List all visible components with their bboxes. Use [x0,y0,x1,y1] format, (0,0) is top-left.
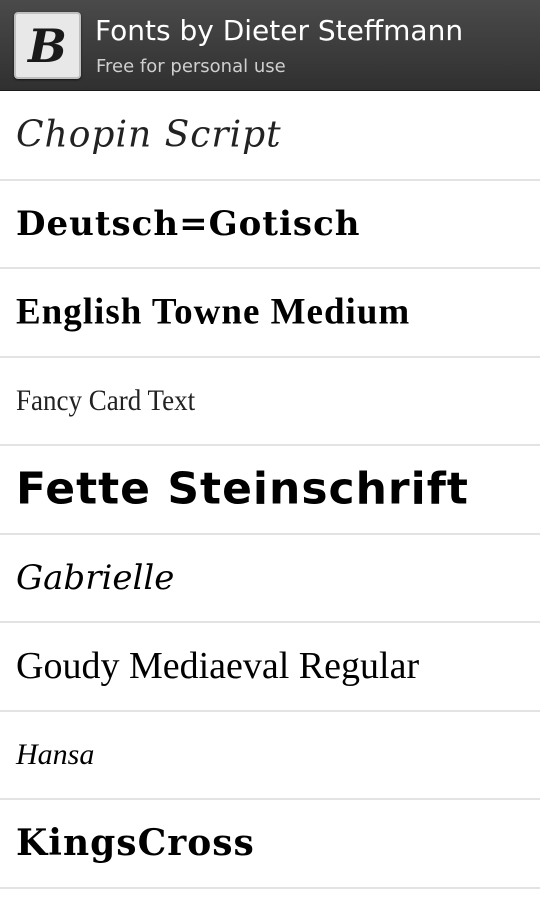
blackletter-b-icon: B [26,19,67,73]
app-title: Fonts by Dieter Steffmann [95,14,464,47]
font-name: Gabrielle [16,557,175,598]
font-item-hansa[interactable]: Hansa [0,711,540,800]
font-item-kingscross[interactable]: KingsCross [0,800,540,889]
font-name: Fancy Card Text [16,383,196,417]
font-name: Deutsch=Gotisch [16,203,361,244]
font-name: Hansa [16,737,95,771]
font-list: Chopin Script Deutsch=Gotisch English To… [0,92,540,889]
font-item-fette-steinschrift[interactable]: Fette Steinschrift [0,446,540,535]
font-name: Chopin Script [16,114,282,156]
font-item-fancy-card-text[interactable]: Fancy Card Text [0,357,540,446]
font-name: English Towne Medium [16,291,411,333]
font-item-deutsch-gotisch[interactable]: Deutsch=Gotisch [0,180,540,269]
font-name: Fette Steinschrift [16,463,469,515]
font-name: KingsCross [16,822,255,865]
app-icon-letter: B [26,19,67,73]
font-item-gabrielle[interactable]: Gabrielle [0,534,540,623]
app-icon[interactable]: B [14,12,81,79]
font-item-goudy-mediaeval-regular[interactable]: Goudy Mediaeval Regular [0,623,540,712]
font-item-english-towne-medium[interactable]: English Towne Medium [0,269,540,358]
title-bar: B Fonts by Dieter Steffmann Free for per… [0,0,540,91]
font-name: Goudy Mediaeval Regular [16,645,420,688]
font-item-chopin-script[interactable]: Chopin Script [0,92,540,181]
app-subtitle: Free for personal use [96,56,286,77]
